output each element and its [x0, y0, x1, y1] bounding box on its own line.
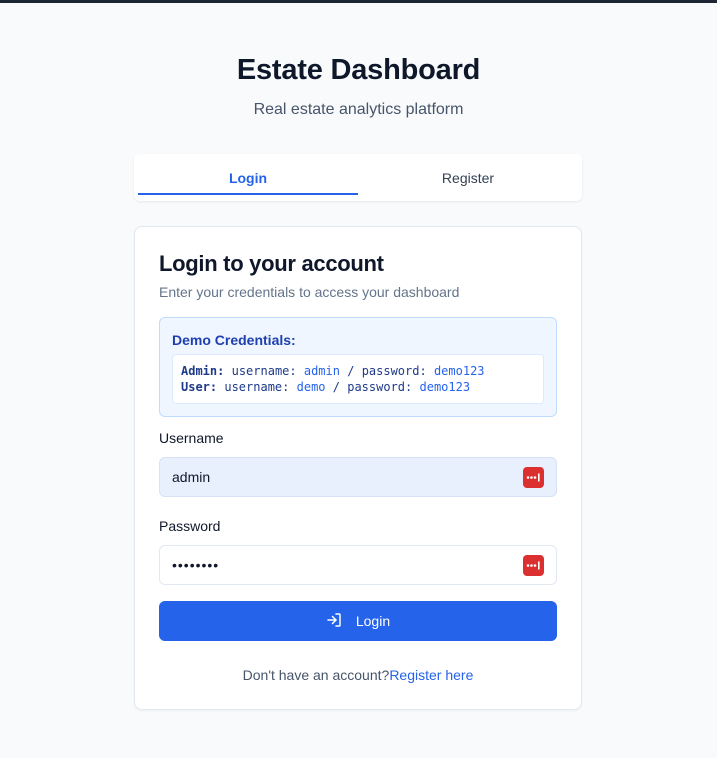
demo-user-line: User: username: demo / password: demo123 — [181, 379, 535, 395]
demo-user-password-value: demo123 — [419, 380, 471, 394]
demo-admin-password-key: password: — [361, 364, 427, 378]
username-label: Username — [159, 430, 224, 446]
username-input[interactable]: admin — [159, 457, 557, 497]
card-title: Login to your account — [159, 251, 384, 276]
password-manager-icon[interactable] — [523, 554, 544, 576]
register-link[interactable]: Register here — [389, 667, 473, 683]
demo-admin-role: Admin: — [181, 364, 225, 378]
demo-user-password-key: password: — [347, 380, 413, 394]
login-card: Login to your account Enter your credent… — [134, 226, 582, 710]
password-manager-icon[interactable] — [523, 466, 544, 488]
demo-credentials-panel: Demo Credentials: Admin: username: admin… — [159, 317, 557, 417]
demo-user-separator: / — [332, 380, 340, 394]
demo-user-username-key: username: — [224, 380, 290, 394]
page-subtitle: Real estate analytics platform — [253, 101, 464, 118]
auth-tabs: Login Register — [134, 154, 582, 201]
login-icon — [326, 612, 342, 631]
tab-register[interactable]: Register — [358, 154, 578, 201]
password-input[interactable]: •••••••• — [159, 545, 557, 585]
demo-credentials-title: Demo Credentials: — [172, 332, 296, 348]
page-title: Estate Dashboard — [236, 54, 481, 86]
demo-admin-separator: / — [347, 364, 355, 378]
username-value: admin — [172, 469, 211, 485]
register-prompt-text: Don't have an account? — [242, 667, 390, 683]
demo-user-username-value: demo — [296, 380, 326, 394]
password-label: Password — [159, 518, 221, 534]
demo-admin-username-key: username: — [231, 364, 297, 378]
top-border — [0, 0, 717, 3]
login-button[interactable]: Login — [159, 601, 557, 641]
login-button-label: Login — [355, 613, 391, 629]
card-description: Enter your credentials to access your da… — [159, 284, 460, 300]
demo-admin-line: Admin: username: admin / password: demo1… — [181, 363, 535, 379]
demo-credentials-box: Admin: username: admin / password: demo1… — [172, 354, 544, 404]
demo-user-role: User: — [181, 380, 218, 394]
tab-login[interactable]: Login — [138, 154, 358, 201]
demo-admin-password-value: demo123 — [433, 364, 485, 378]
demo-admin-username-value: admin — [303, 364, 340, 378]
password-value: •••••••• — [172, 557, 220, 573]
register-prompt: Don't have an account?Register here — [135, 667, 581, 683]
